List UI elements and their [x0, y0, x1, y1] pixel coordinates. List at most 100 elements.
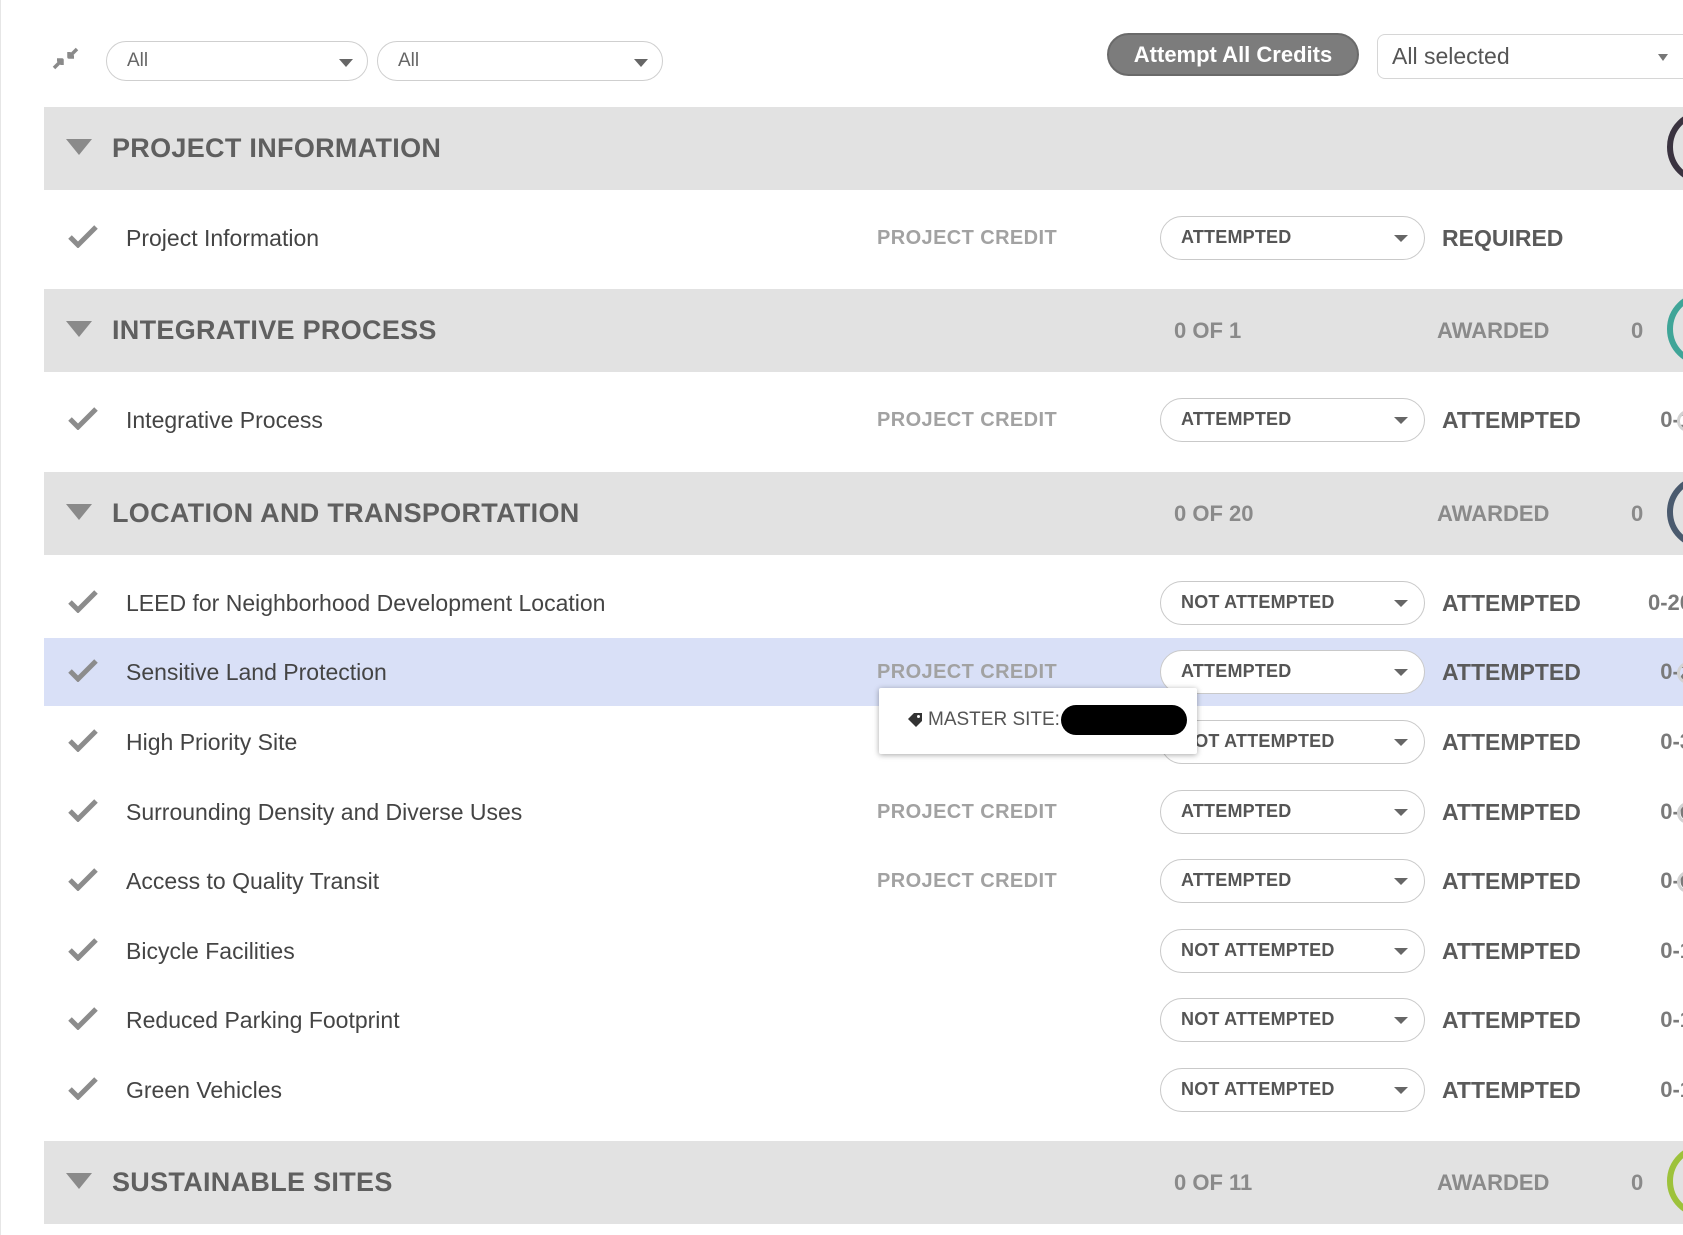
- credit-result: ATTEMPTED: [1442, 590, 1581, 616]
- credit-status-select[interactable]: ATTEMPTED: [1160, 650, 1425, 694]
- filter-select-2[interactable]: All: [377, 41, 663, 81]
- credit-name[interactable]: Sensitive Land Protection: [126, 638, 387, 706]
- credit-range: 0-1: [1660, 938, 1683, 963]
- credit-result: ATTEMPTED: [1442, 659, 1581, 685]
- collapse-triangle-icon[interactable]: [66, 504, 92, 520]
- credit-name[interactable]: Surrounding Density and Diverse Uses: [126, 778, 522, 846]
- credit-row[interactable]: Bicycle Facilities NOT ATTEMPTED ATTEMPT…: [44, 917, 1683, 985]
- chevron-down-icon: [1394, 948, 1408, 955]
- credit-result: ATTEMPTED: [1442, 799, 1581, 825]
- chevron-down-icon: [1394, 1087, 1408, 1094]
- credit-result: ATTEMPTED: [1442, 938, 1581, 964]
- attempt-all-credits-button[interactable]: Attempt All Credits: [1107, 33, 1359, 76]
- credit-status-select[interactable]: NOT ATTEMPTED: [1160, 998, 1425, 1042]
- collapse-triangle-icon[interactable]: [66, 139, 92, 155]
- credit-name[interactable]: LEED for Neighborhood Development Locati…: [126, 569, 605, 637]
- credit-range: 0-1: [1660, 1007, 1683, 1032]
- credit-status-select[interactable]: ATTEMPTED: [1160, 216, 1425, 260]
- credit-range: 0-6: [1660, 868, 1683, 893]
- category-header-location-and-transportation[interactable]: LOCATION AND TRANSPORTATION 0 OF 20 AWAR…: [44, 472, 1683, 555]
- selection-dropdown[interactable]: All selected: [1377, 34, 1683, 79]
- credit-row[interactable]: Access to Quality Transit PROJECT CREDIT…: [44, 847, 1683, 915]
- checkmark-icon: [68, 1076, 98, 1101]
- credit-row-selected[interactable]: Sensitive Land Protection PROJECT CREDIT…: [44, 638, 1683, 706]
- category-count: 0 OF 20: [1174, 501, 1254, 526]
- checkmark-icon: [68, 867, 98, 892]
- category-header-project-information[interactable]: PROJECT INFORMATION: [44, 107, 1683, 190]
- checkmark-icon: [68, 224, 98, 249]
- chevron-down-icon: [1658, 54, 1668, 61]
- category-awarded-label: AWARDED: [1437, 501, 1550, 526]
- chevron-down-icon: [1394, 809, 1408, 816]
- credit-name[interactable]: Green Vehicles: [126, 1056, 282, 1124]
- category-awarded-label: AWARDED: [1437, 318, 1550, 343]
- credit-status-select[interactable]: NOT ATTEMPTED: [1160, 1068, 1425, 1112]
- credit-status-value: NOT ATTEMPTED: [1181, 731, 1335, 751]
- credit-status-select[interactable]: ATTEMPTED: [1160, 790, 1425, 834]
- selection-dropdown-value: All selected: [1392, 43, 1510, 69]
- credit-status-value: NOT ATTEMPTED: [1181, 1079, 1335, 1099]
- credit-result: ATTEMPTED: [1442, 1077, 1581, 1103]
- credit-name[interactable]: Bicycle Facilities: [126, 917, 295, 985]
- category-title: SUSTAINABLE SITES: [112, 1167, 393, 1197]
- credit-row[interactable]: Green Vehicles NOT ATTEMPTED ATTEMPTED 0…: [44, 1056, 1683, 1124]
- category-score: 0: [1631, 501, 1644, 526]
- credit-status-value: ATTEMPTED: [1181, 801, 1292, 821]
- credit-row[interactable]: LEED for Neighborhood Development Locati…: [44, 569, 1683, 637]
- checkmark-icon: [68, 658, 98, 683]
- category-score: 0: [1631, 318, 1644, 343]
- credit-result: ATTEMPTED: [1442, 868, 1581, 894]
- chevron-down-icon: [1394, 600, 1408, 607]
- credit-status-value: ATTEMPTED: [1181, 870, 1292, 890]
- checkmark-icon: [68, 589, 98, 614]
- credit-status-select[interactable]: NOT ATTEMPTED: [1160, 929, 1425, 973]
- credit-name[interactable]: Project Information: [126, 204, 319, 272]
- checkmark-icon: [68, 728, 98, 753]
- chevron-down-icon: [1394, 1017, 1408, 1024]
- category-count: 0 OF 11: [1174, 1170, 1253, 1195]
- credit-row[interactable]: High Priority Site NOT ATTEMPTED ATTEMPT…: [44, 708, 1683, 776]
- collapse-triangle-icon[interactable]: [66, 1173, 92, 1189]
- credit-name[interactable]: High Priority Site: [126, 708, 297, 776]
- credit-status-select[interactable]: ATTEMPTED: [1160, 859, 1425, 903]
- category-count: 0 OF 1: [1174, 318, 1242, 343]
- credit-row[interactable]: Integrative Process PROJECT CREDIT ATTEM…: [44, 386, 1683, 454]
- category-title: PROJECT INFORMATION: [112, 133, 442, 163]
- checkmark-icon: [68, 798, 98, 823]
- chevron-down-icon: [634, 59, 648, 67]
- credit-tag: PROJECT CREDIT: [877, 409, 1058, 431]
- category-title: LOCATION AND TRANSPORTATION: [112, 498, 580, 528]
- credit-status-select[interactable]: ATTEMPTED: [1160, 398, 1425, 442]
- credit-status-value: NOT ATTEMPTED: [1181, 592, 1335, 612]
- category-header-integrative-process[interactable]: INTEGRATIVE PROCESS 0 OF 1 AWARDED 0: [44, 289, 1683, 372]
- credit-range: 0-1: [1660, 407, 1683, 432]
- collapse-triangle-icon[interactable]: [66, 321, 92, 337]
- credit-status-value: ATTEMPTED: [1181, 409, 1292, 429]
- credit-row[interactable]: Reduced Parking Footprint NOT ATTEMPTED …: [44, 986, 1683, 1054]
- credit-name[interactable]: Reduced Parking Footprint: [126, 986, 400, 1054]
- credit-status-select[interactable]: NOT ATTEMPTED: [1160, 581, 1425, 625]
- credit-status-value: ATTEMPTED: [1181, 661, 1292, 681]
- filter-select-1[interactable]: All: [106, 41, 368, 81]
- credit-status-value: NOT ATTEMPTED: [1181, 1009, 1335, 1029]
- credit-row[interactable]: Project Information PROJECT CREDIT ATTEM…: [44, 204, 1683, 272]
- credit-status-select[interactable]: NOT ATTEMPTED: [1160, 720, 1425, 764]
- credit-name[interactable]: Integrative Process: [126, 386, 323, 454]
- category-progress-ring: [1667, 110, 1683, 184]
- redaction-mark: [1061, 705, 1187, 735]
- checkmark-icon: [68, 937, 98, 962]
- chevron-down-icon: [1394, 669, 1408, 676]
- credit-name[interactable]: Access to Quality Transit: [126, 847, 379, 915]
- credit-range: 0-1: [1660, 1077, 1683, 1102]
- tag-icon: [907, 712, 923, 728]
- tooltip-text: MASTER SITE:: [928, 709, 1060, 730]
- credit-result: ATTEMPTED: [1442, 1007, 1581, 1033]
- filter-select-1-value: All: [127, 50, 149, 71]
- category-progress-ring: [1667, 292, 1683, 366]
- credit-result: REQUIRED: [1442, 225, 1564, 251]
- category-header-sustainable-sites[interactable]: SUSTAINABLE SITES 0 OF 11 AWARDED 0: [44, 1141, 1683, 1224]
- credit-range: 0-20: [1647, 590, 1683, 615]
- collapse-arrows-icon[interactable]: [51, 44, 81, 74]
- credit-tag: PROJECT CREDIT: [877, 801, 1058, 823]
- credit-row[interactable]: Surrounding Density and Diverse Uses PRO…: [44, 778, 1683, 846]
